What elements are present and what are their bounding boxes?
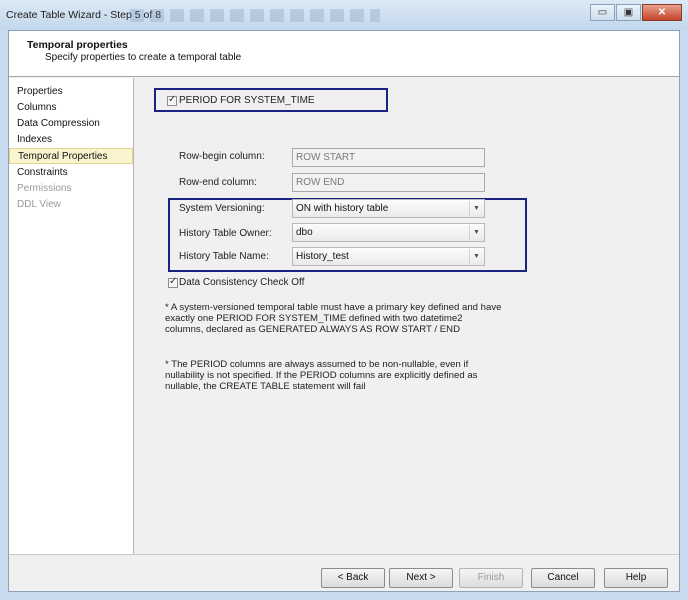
row-end-label: Row-end column: — [179, 177, 257, 188]
nav-item-data-compression[interactable]: Data Compression — [9, 116, 133, 132]
history-owner-label: History Table Owner: — [179, 228, 272, 239]
history-name-value: History_test — [296, 251, 349, 262]
data-consistency-label: Data Consistency Check Off — [179, 277, 305, 288]
system-versioning-select[interactable]: ON with history table ▼ — [292, 199, 485, 218]
note-primary-key-line2: exactly one PERIOD FOR SYSTEM_TIME defin… — [165, 313, 463, 324]
minimize-icon[interactable]: ▭ — [590, 4, 615, 21]
next-button[interactable]: Next > — [389, 568, 453, 588]
nav-item-properties[interactable]: Properties — [9, 84, 133, 100]
history-owner-value: dbo — [296, 227, 313, 238]
title-bar: Create Table Wizard - Step 5 of 8 ▭ ▣ ✕ — [0, 0, 688, 30]
nav-item-columns[interactable]: Columns — [9, 100, 133, 116]
maximize-icon[interactable]: ▣ — [616, 4, 641, 21]
help-button[interactable]: Help — [604, 568, 668, 588]
nav-item-permissions: Permissions — [17, 183, 72, 194]
nav-item-ddl-view: DDL View — [17, 199, 61, 210]
chevron-down-icon[interactable]: ▼ — [469, 225, 483, 240]
wizard-footer: < Back Next > Finish Cancel Help — [9, 554, 679, 591]
nav-item-temporal-properties[interactable]: Temporal Properties — [9, 148, 133, 164]
step-navigation: Properties Columns Data Compression Inde… — [9, 78, 134, 554]
chevron-down-icon[interactable]: ▼ — [469, 201, 483, 216]
nav-item-constraints[interactable]: Constraints — [9, 165, 133, 181]
row-begin-field[interactable]: ROW START — [292, 148, 485, 167]
system-versioning-value: ON with history table — [296, 203, 389, 214]
wizard-client: Temporal properties Specify properties t… — [8, 30, 680, 592]
row-end-field[interactable]: ROW END — [292, 173, 485, 192]
page-header: Temporal properties Specify properties t… — [9, 31, 679, 77]
note-nullable-line1: * The PERIOD columns are always assumed … — [165, 359, 469, 370]
title-bar-blur — [130, 9, 380, 22]
history-name-label: History Table Name: — [179, 251, 269, 262]
row-begin-label: Row-begin column: — [179, 151, 265, 162]
chevron-down-icon[interactable]: ▼ — [469, 249, 483, 264]
close-icon[interactable]: ✕ — [642, 4, 682, 21]
period-checkbox[interactable] — [167, 94, 177, 106]
system-versioning-label: System Versioning: — [179, 203, 265, 214]
note-primary-key-line1: * A system-versioned temporal table must… — [165, 302, 502, 313]
history-name-select[interactable]: History_test ▼ — [292, 247, 485, 266]
wizard-window: Create Table Wizard - Step 5 of 8 ▭ ▣ ✕ … — [0, 0, 688, 600]
note-nullable-line2: nullability is not specified. If the PER… — [165, 370, 478, 381]
page-title: Temporal properties — [27, 39, 128, 51]
page-subtitle: Specify properties to create a temporal … — [45, 52, 242, 63]
finish-button: Finish — [459, 568, 523, 588]
cancel-button[interactable]: Cancel — [531, 568, 595, 588]
period-label: PERIOD FOR SYSTEM_TIME — [179, 95, 315, 106]
back-button[interactable]: < Back — [321, 568, 385, 588]
history-owner-select[interactable]: dbo ▼ — [292, 223, 485, 242]
temporal-properties-panel: PERIOD FOR SYSTEM_TIME Row-begin column:… — [135, 78, 679, 554]
window-controls: ▭ ▣ ✕ — [590, 4, 682, 21]
data-consistency-checkbox[interactable] — [168, 276, 178, 288]
nav-item-indexes[interactable]: Indexes — [9, 132, 133, 148]
note-nullable-line3: nullable, the CREATE TABLE statement wil… — [165, 381, 366, 392]
note-primary-key-line3: columns, declared as GENERATED ALWAYS AS… — [165, 324, 461, 335]
